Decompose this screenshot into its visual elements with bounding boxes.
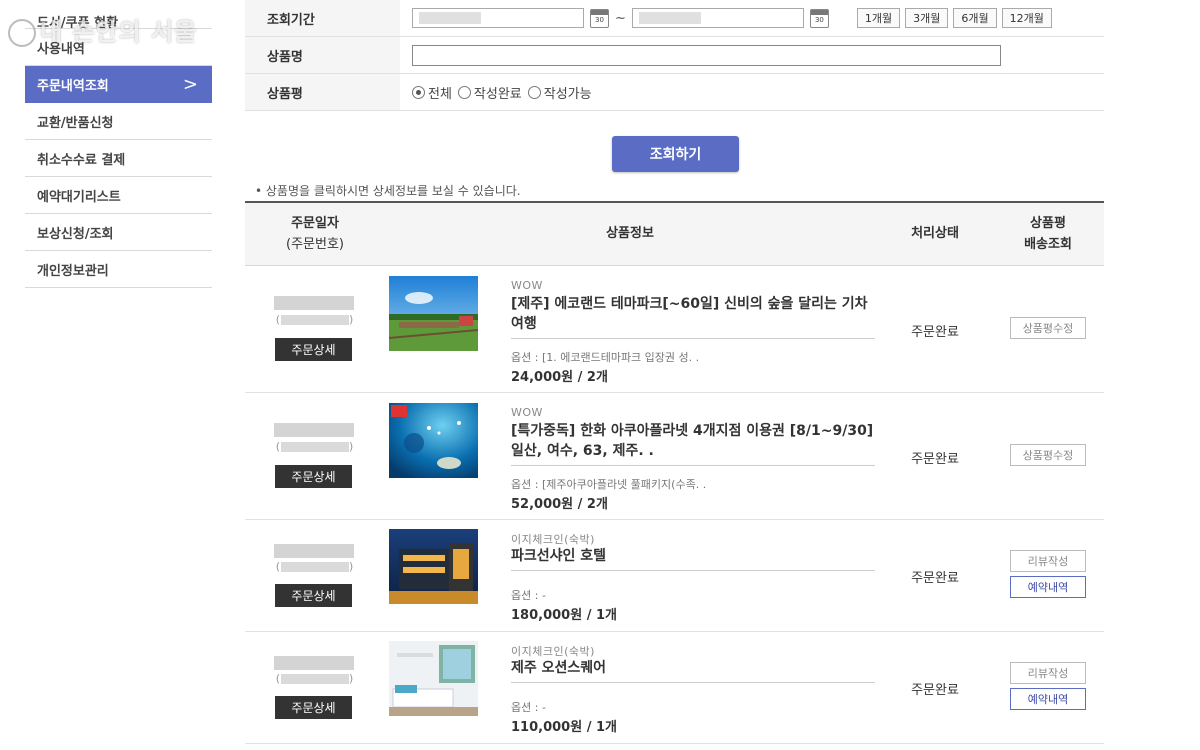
- sidebar-item-label: 주문내역조회: [37, 78, 109, 94]
- sidebar-item-compensation[interactable]: 보상신청/조회: [25, 214, 212, 251]
- radio-review-available[interactable]: 작성가능: [527, 83, 592, 102]
- order-status: 주문완료: [911, 683, 959, 698]
- seller-name: 이지체크인(숙박): [511, 645, 595, 658]
- calendar-icon[interactable]: 30: [590, 8, 609, 28]
- sidebar-item-label: 취소수수료 결제: [37, 152, 126, 168]
- header-status: 처리상태: [911, 226, 959, 241]
- product-thumbnail[interactable]: [389, 276, 478, 351]
- write-review-button[interactable]: 리뷰작성: [1010, 662, 1086, 684]
- header-review-delivery: 상품평 배송조회: [1024, 216, 1072, 252]
- product-option: 옵션 : -: [511, 701, 546, 714]
- order-id-redacted: (): [275, 313, 355, 326]
- reservation-details-button[interactable]: 예약내역: [1010, 576, 1086, 598]
- edit-review-button[interactable]: 상품평수정: [1010, 317, 1086, 339]
- order-id-redacted: (): [275, 560, 355, 573]
- sidebar-item-label: 교환/반품신청: [37, 115, 114, 131]
- period-label: 조회기간: [245, 0, 400, 36]
- order-status: 주문완료: [911, 452, 959, 467]
- start-date-input[interactable]: [412, 8, 584, 28]
- product-price-qty: 110,000원 / 1개: [511, 720, 617, 735]
- product-option: 옵션 : [1. 에코랜드테마파크 입장권 성. .: [511, 351, 700, 364]
- order-number-redacted: [274, 656, 354, 670]
- seller-name: WOW: [511, 279, 543, 292]
- table-header: 주문일자 (주문번호) 상품정보 처리상태 상품평 배송조회: [245, 203, 1104, 266]
- review-row: 상품평 전체 작성완료 작성가능: [245, 74, 1104, 111]
- sidebar-item-cancel-fee[interactable]: 취소수수료 결제: [25, 140, 212, 177]
- product-name-link[interactable]: [특가중독] 한화 아쿠아플라넷 4개지점 이용권 [8/1~9/30] 일산,…: [511, 421, 875, 466]
- period-row: 조회기간 30 ~ 30 1개월 3개월 6개월 12개월: [245, 0, 1104, 37]
- product-price-qty: 180,000원 / 1개: [511, 608, 617, 623]
- order-status: 주문완료: [911, 325, 959, 340]
- sidebar-item-label: 개인정보관리: [37, 263, 109, 279]
- search-button[interactable]: 조회하기: [612, 136, 739, 172]
- chevron-right-icon: >: [182, 74, 198, 95]
- order-detail-button[interactable]: 주문상세: [275, 338, 352, 361]
- seoul-logo-icon: [8, 19, 36, 47]
- sidebar-item-order-history[interactable]: 주문내역조회 >: [25, 66, 212, 103]
- product-option: 옵션 : [제주아쿠아플라넷 풀패키지(수족. .: [511, 478, 707, 491]
- order-number-redacted: [274, 544, 354, 558]
- write-review-button[interactable]: 리뷰작성: [1010, 550, 1086, 572]
- order-status: 주문완료: [911, 571, 959, 586]
- end-date-input[interactable]: [631, 8, 804, 28]
- product-name-input[interactable]: [412, 44, 1001, 66]
- edit-review-button[interactable]: 상품평수정: [1010, 444, 1086, 466]
- radio-review-done[interactable]: 작성완료: [457, 83, 522, 102]
- radio-icon: [412, 85, 425, 99]
- product-name-link[interactable]: [제주] 에코랜드 테마파크[~60일] 신비의 숲을 달리는 기차여행: [511, 294, 875, 339]
- order-detail-button[interactable]: 주문상세: [275, 696, 352, 719]
- order-number-redacted: [274, 296, 354, 310]
- sidebar-item-label: 보상신청/조회: [37, 226, 114, 242]
- seller-name: WOW: [511, 406, 543, 419]
- product-name-row: 상품명: [245, 37, 1104, 74]
- calendar-icon[interactable]: 30: [809, 8, 829, 28]
- product-thumbnail[interactable]: [389, 641, 478, 716]
- period-3month-button[interactable]: 3개월: [905, 8, 949, 28]
- header-product-info: 상품정보: [606, 226, 654, 241]
- table-row: () 주문상세 WOW [특가중독] 한화 아쿠아플라넷 4개지점 이용권 [8…: [245, 393, 1104, 520]
- product-thumbnail[interactable]: [389, 529, 478, 604]
- order-detail-button[interactable]: 주문상세: [275, 584, 352, 607]
- search-form: 조회기간 30 ~ 30 1개월 3개월 6개월 12개월 상품명 상품평 전체…: [245, 0, 1104, 111]
- period-1month-button[interactable]: 1개월: [856, 8, 901, 28]
- sidebar-item-personal-info[interactable]: 개인정보관리: [25, 251, 212, 288]
- header-order-date: 주문일자 (주문번호): [286, 216, 344, 252]
- radio-icon: [527, 85, 541, 99]
- sidebar-item-exchange-return[interactable]: 교환/반품신청: [25, 103, 212, 140]
- product-name-label: 상품명: [245, 37, 400, 73]
- order-detail-button[interactable]: 주문상세: [275, 465, 352, 488]
- seller-name: 이지체크인(숙박): [511, 533, 595, 546]
- radio-all[interactable]: 전체: [412, 83, 452, 102]
- period-6month-button[interactable]: 6개월: [953, 8, 997, 28]
- table-row: () 주문상세 이지체크인(숙박) 제주 오션스퀘어 옵션 : - 110,00…: [245, 632, 1104, 744]
- reservation-details-button[interactable]: 예약내역: [1010, 688, 1086, 710]
- sidebar-item-waitlist[interactable]: 예약대기리스트: [25, 177, 212, 214]
- order-table: 주문일자 (주문번호) 상품정보 처리상태 상품평 배송조회 () 주문상세 W…: [245, 201, 1104, 744]
- product-name-link[interactable]: 파크선샤인 호텔: [511, 546, 875, 571]
- order-id-redacted: (): [275, 672, 355, 685]
- order-id-redacted: (): [275, 440, 355, 453]
- table-row: () 주문상세 WOW [제주] 에코랜드 테마파크[~60일] 신비의 숲을 …: [245, 266, 1104, 393]
- product-price-qty: 52,000원 / 2개: [511, 497, 608, 512]
- product-price-qty: 24,000원 / 2개: [511, 370, 608, 385]
- product-thumbnail[interactable]: [389, 403, 478, 478]
- range-tilde: ~: [615, 10, 626, 26]
- product-name-link[interactable]: 제주 오션스퀘어: [511, 658, 875, 683]
- table-row: () 주문상세 이지체크인(숙박) 파크선샤인 호텔 옵션 : - 180,00…: [245, 520, 1104, 632]
- radio-icon: [457, 85, 471, 99]
- period-12month-button[interactable]: 12개월: [1001, 8, 1052, 28]
- review-label: 상품평: [245, 74, 400, 110]
- sidebar-item-label: 예약대기리스트: [37, 189, 121, 205]
- notice-text: • 상품명을 클릭하시면 상세정보를 보실 수 있습니다.: [255, 184, 521, 198]
- order-number-redacted: [274, 423, 354, 437]
- watermark-logo: 내 손안의 서울: [8, 12, 197, 47]
- product-option: 옵션 : -: [511, 589, 546, 602]
